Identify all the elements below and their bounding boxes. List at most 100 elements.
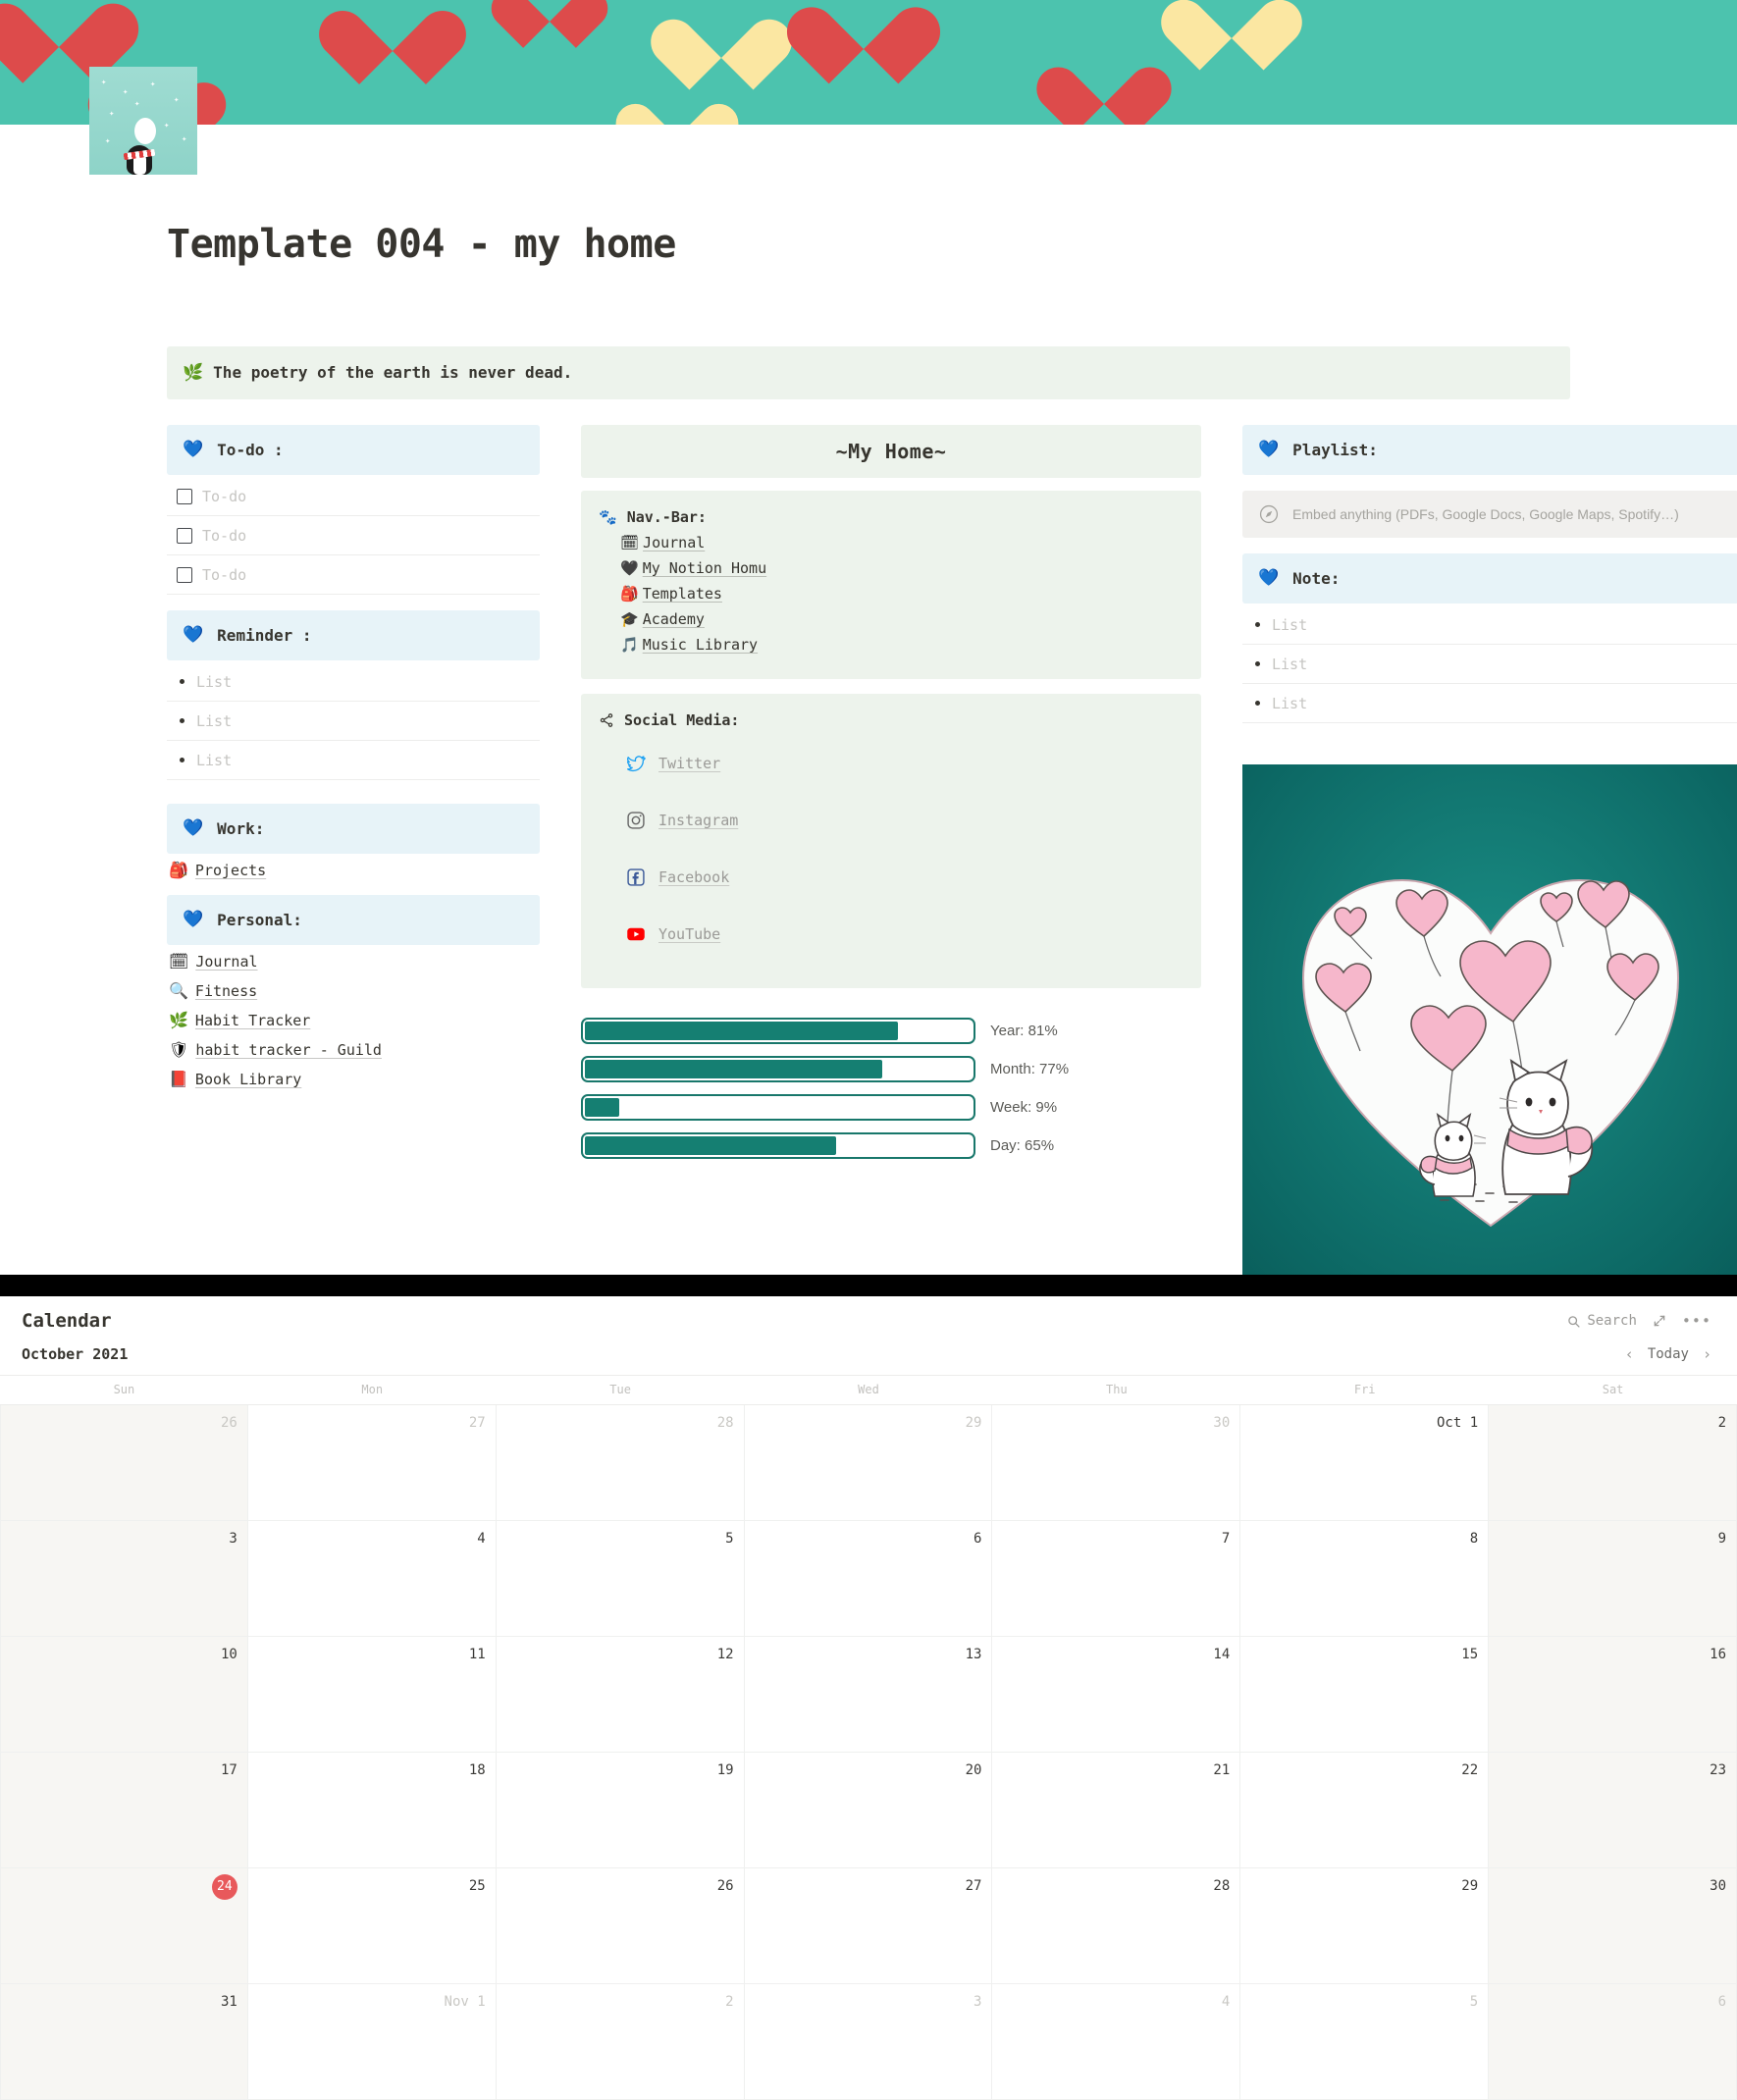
chevron-left-icon[interactable]: ‹ bbox=[1625, 1345, 1634, 1363]
calendar-day-cell[interactable]: 5 bbox=[496, 1521, 745, 1638]
expand-icon[interactable] bbox=[1653, 1314, 1666, 1328]
nav-link[interactable]: 🖤 My Notion Homu bbox=[620, 555, 1184, 581]
bullet-icon bbox=[1255, 622, 1260, 628]
calendar-day-cell[interactable]: 12 bbox=[496, 1637, 745, 1754]
social-bookmark[interactable]: Twitter bbox=[626, 735, 1184, 792]
list-item[interactable]: List bbox=[167, 702, 540, 742]
page-link[interactable]: 📕 Book Library bbox=[167, 1065, 540, 1094]
calendar-day-cell[interactable]: 13 bbox=[744, 1637, 993, 1754]
bullet-icon bbox=[1255, 701, 1260, 707]
social-bookmark[interactable]: YouTube bbox=[626, 906, 1184, 963]
list-item[interactable]: List bbox=[1242, 684, 1737, 724]
calendar-day-cell[interactable]: 2 bbox=[1489, 1405, 1737, 1522]
calendar-day-cell[interactable]: 7 bbox=[992, 1521, 1241, 1638]
page-link[interactable]: 🎒 Projects bbox=[167, 856, 540, 885]
list-item[interactable]: List bbox=[1242, 605, 1737, 646]
playlist-callout-header[interactable]: 💙 Playlist: bbox=[1242, 425, 1737, 476]
calendar-day-cell[interactable]: 21 bbox=[992, 1753, 1241, 1869]
page-link-label: Fitness bbox=[194, 982, 258, 1001]
magnifier-emoji: 🔍 bbox=[169, 981, 188, 1001]
nav-link[interactable]: 🎓 Academy bbox=[620, 606, 1184, 632]
list-item[interactable]: List bbox=[167, 662, 540, 703]
calendar-search-button[interactable]: Search bbox=[1567, 1313, 1637, 1329]
todo-checkbox[interactable] bbox=[177, 488, 192, 504]
todo-item[interactable]: To-do bbox=[167, 516, 540, 556]
calendar-day-cell[interactable]: 11 bbox=[247, 1637, 497, 1754]
reminder-callout-header[interactable]: 💙 Reminder : bbox=[167, 610, 540, 661]
calendar-day-cell[interactable]: 28 bbox=[496, 1405, 745, 1522]
quote-callout[interactable]: 🌿 The poetry of the earth is never dead. bbox=[167, 346, 1570, 400]
calendar-day-cell[interactable]: 25 bbox=[247, 1868, 497, 1985]
social-bookmark-label: Facebook bbox=[658, 868, 730, 887]
nav-link[interactable]: 🎒 Templates bbox=[620, 581, 1184, 606]
calendar-day-cell[interactable]: 10 bbox=[0, 1637, 248, 1754]
social-bookmark-label: Twitter bbox=[658, 755, 721, 773]
todo-callout-header[interactable]: 💙 To-do : bbox=[167, 425, 540, 476]
calendar-day-cell[interactable]: 26 bbox=[0, 1405, 248, 1522]
todo-checkbox[interactable] bbox=[177, 527, 192, 544]
calendar-day-cell[interactable]: 24 bbox=[0, 1868, 248, 1985]
calendar-day-cell[interactable]: Oct 1 bbox=[1240, 1405, 1490, 1522]
calendar-day-cell[interactable]: 18 bbox=[247, 1753, 497, 1869]
calendar-day-cell[interactable]: 2 bbox=[496, 1984, 745, 2100]
calendar-day-cell[interactable]: 30 bbox=[1489, 1868, 1737, 1985]
calendar-day-cell[interactable]: 6 bbox=[1489, 1984, 1737, 2100]
calendar-weekday-label: Sun bbox=[113, 1383, 135, 1397]
calendar-day-cell[interactable]: 5 bbox=[1240, 1984, 1490, 2100]
calendar-day-cell[interactable]: 8 bbox=[1240, 1521, 1490, 1638]
nav-link[interactable]: 🎵 Music Library bbox=[620, 632, 1184, 657]
page-link[interactable]: 🔍 Fitness bbox=[167, 976, 540, 1006]
calendar-day-cell[interactable]: Nov 1 bbox=[247, 1984, 497, 2100]
list-item[interactable]: List bbox=[1242, 645, 1737, 685]
list-item[interactable]: List bbox=[167, 741, 540, 781]
calendar-day-cell[interactable]: 4 bbox=[247, 1521, 497, 1638]
calendar-weekday-header: Sun Mon Tue Wed Thu Fri Sat bbox=[0, 1375, 1737, 1404]
calendar-day-cell[interactable]: 6 bbox=[744, 1521, 993, 1638]
chevron-right-icon[interactable]: › bbox=[1703, 1345, 1711, 1363]
calendar-day-cell[interactable]: 22 bbox=[1240, 1753, 1490, 1869]
section-divider bbox=[0, 1275, 1737, 1297]
progress-bar-fill bbox=[585, 1098, 620, 1118]
calendar-day-cell[interactable]: 30 bbox=[992, 1405, 1241, 1522]
calendar-day-cell[interactable]: 14 bbox=[992, 1637, 1241, 1754]
calendar-day-cell[interactable]: 27 bbox=[744, 1868, 993, 1985]
page-link[interactable]: 🗓 Journal bbox=[167, 947, 540, 976]
embed-placeholder-block[interactable]: Embed anything (PDFs, Google Docs, Googl… bbox=[1242, 491, 1737, 539]
social-bookmark[interactable]: Instagram bbox=[626, 792, 1184, 849]
calendar-day-cell[interactable]: 9 bbox=[1489, 1521, 1737, 1638]
calendar-day-cell[interactable]: 26 bbox=[496, 1868, 745, 1985]
calendar-day-cell[interactable]: 28 bbox=[992, 1868, 1241, 1985]
calendar-day-cell[interactable]: 16 bbox=[1489, 1637, 1737, 1754]
more-options-icon[interactable]: ••• bbox=[1682, 1313, 1711, 1329]
calendar-day-cell[interactable]: 29 bbox=[744, 1405, 993, 1522]
calendar-day-cell[interactable]: 15 bbox=[1240, 1637, 1490, 1754]
calendar-day-cell[interactable]: 20 bbox=[744, 1753, 993, 1869]
social-bookmark[interactable]: Facebook bbox=[626, 849, 1184, 906]
calendar-day-cell[interactable]: 19 bbox=[496, 1753, 745, 1869]
calendar-day-number: Nov 1 bbox=[444, 1994, 486, 2011]
today-button[interactable]: Today bbox=[1648, 1346, 1689, 1362]
page-link[interactable]: 🌿 Habit Tracker bbox=[167, 1006, 540, 1035]
nav-link[interactable]: 🗓 Journal bbox=[620, 530, 1184, 555]
calendar-day-cell[interactable]: 4 bbox=[992, 1984, 1241, 2100]
calendar-day-cell[interactable]: 29 bbox=[1240, 1868, 1490, 1985]
calendar-day-cell[interactable]: 31 bbox=[0, 1984, 248, 2100]
blue-heart-emoji: 💙 bbox=[1258, 568, 1280, 589]
todo-item[interactable]: To-do bbox=[167, 555, 540, 596]
social-media-card: Social Media: Twitter Instagram Facebook Yo… bbox=[581, 694, 1201, 989]
page-title[interactable]: Template 004 - my home bbox=[167, 125, 1570, 268]
calendar-day-cell[interactable]: 3 bbox=[744, 1984, 993, 2100]
note-callout-header[interactable]: 💙 Note: bbox=[1242, 553, 1737, 604]
work-callout-header[interactable]: 💙 Work: bbox=[167, 804, 540, 855]
calendar-day-number: 13 bbox=[965, 1647, 982, 1663]
todo-item[interactable]: To-do bbox=[167, 477, 540, 517]
page-link[interactable]: 🛡 habit tracker - Guild bbox=[167, 1035, 540, 1065]
calendar-day-cell[interactable]: 17 bbox=[0, 1753, 248, 1869]
page-icon[interactable]: ✦ ✦ ✦ ✦ ✦ ✦ ✦ ✦ ✦ bbox=[89, 67, 197, 175]
personal-callout-header[interactable]: 💙 Personal: bbox=[167, 895, 540, 946]
calendar-day-cell[interactable]: 23 bbox=[1489, 1753, 1737, 1869]
todo-checkbox[interactable] bbox=[177, 566, 192, 583]
calendar-day-cell[interactable]: 27 bbox=[247, 1405, 497, 1522]
calendar-day-cell[interactable]: 3 bbox=[0, 1521, 248, 1638]
progress-bar-label: Day: 65% bbox=[990, 1137, 1055, 1155]
